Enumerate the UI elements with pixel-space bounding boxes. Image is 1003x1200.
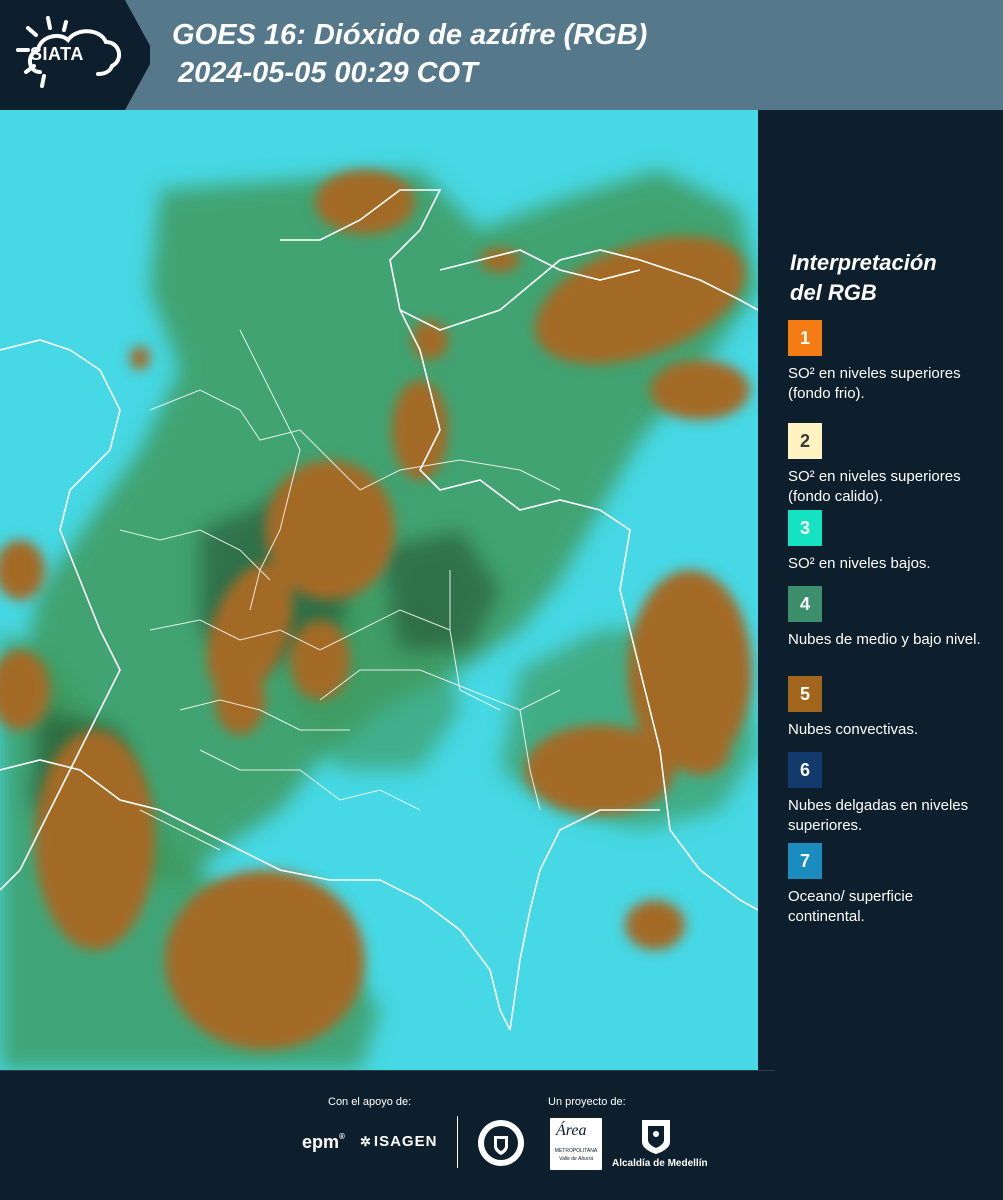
legend-item-label: SO² en niveles bajos. <box>788 555 931 572</box>
siata-logo-panel: SIATA <box>0 0 150 110</box>
legend-color-swatch: 5 <box>788 676 822 712</box>
area-logo-subtitle: METROPOLITANA <box>554 1148 598 1154</box>
alcaldia-logo-text: Alcaldía de Medellín <box>612 1158 708 1169</box>
medellin-seal-icon <box>478 1120 524 1166</box>
isagen-logo: ✲ ISAGEN <box>360 1133 437 1150</box>
legend-title-line2: del RGB <box>790 280 877 305</box>
isagen-mark-icon: ✲ <box>360 1134 372 1149</box>
area-logo-tagline: Valle de Aburrá <box>558 1156 594 1162</box>
epm-logo: epm® <box>302 1132 345 1152</box>
title-timestamp: 2024-05-05 00:29 COT <box>178 57 478 89</box>
legend-item: 1 SO² en niveles superiores (fondo frio). <box>788 320 988 404</box>
footer: Con el apoyo de: Un proyecto de: epm® ✲ I… <box>0 1070 1003 1200</box>
legend-color-swatch: 6 <box>788 752 822 788</box>
legend-panel: Interpretación del RGB 1 SO² en niveles s… <box>760 110 1003 1070</box>
legend-item: 2 SO² en niveles superiores (fondo calido… <box>788 423 988 507</box>
page-title: GOES 16: Dióxido de azúfre (RGB) 2024-05… <box>172 16 647 92</box>
alcaldia-shield-icon <box>642 1120 670 1154</box>
legend-color-swatch: 1 <box>788 320 822 356</box>
legend-item-label: SO² en niveles superiores (fondo frio). <box>788 365 961 402</box>
footer-divider-line <box>0 1070 775 1071</box>
header-bar: SIATA GOES 16: Dióxido de azúfre (RGB) 2… <box>0 0 1003 110</box>
epm-logo-text: epm <box>302 1132 340 1152</box>
footer-separator <box>457 1116 458 1168</box>
area-metropolitana-logo: Área METROPOLITANA Valle de Aburrá <box>550 1118 602 1170</box>
support-label: Con el apoyo de: <box>328 1096 412 1108</box>
legend-item: 3 SO² en niveles bajos. <box>788 510 988 574</box>
area-logo-text: Área <box>556 1122 587 1139</box>
title-product: GOES 16: Dióxido de azúfre (RGB) <box>172 19 648 51</box>
legend-item-label: Nubes convectivas. <box>788 721 919 738</box>
siata-logo-text: SIATA <box>30 44 84 64</box>
legend-title-line1: Interpretación <box>790 250 937 275</box>
legend-color-swatch: 4 <box>788 586 822 622</box>
legend-color-swatch: 7 <box>788 843 822 879</box>
legend-item-label: Nubes de medio y bajo nivel. <box>788 631 981 648</box>
legend-item: 6 Nubes delgadas en niveles superiores. <box>788 752 988 836</box>
satellite-map <box>0 110 758 1070</box>
legend-item-label: Oceano/ superficie continental. <box>788 888 914 925</box>
legend-item-label: Nubes delgadas en niveles superiores. <box>788 797 969 834</box>
legend-item: 7 Oceano/ superficie continental. <box>788 843 988 927</box>
legend-color-swatch: 2 <box>788 423 822 459</box>
project-label: Un proyecto de: <box>548 1096 626 1108</box>
legend-item: 5 Nubes convectivas. <box>788 676 988 740</box>
isagen-logo-text: ISAGEN <box>373 1133 438 1150</box>
legend-item-label: SO² en niveles superiores (fondo calido)… <box>788 468 961 505</box>
legend-title: Interpretación del RGB <box>790 248 937 308</box>
satellite-image <box>0 110 758 1070</box>
legend-item: 4 Nubes de medio y bajo nivel. <box>788 586 988 650</box>
legend-color-swatch: 3 <box>788 510 822 546</box>
